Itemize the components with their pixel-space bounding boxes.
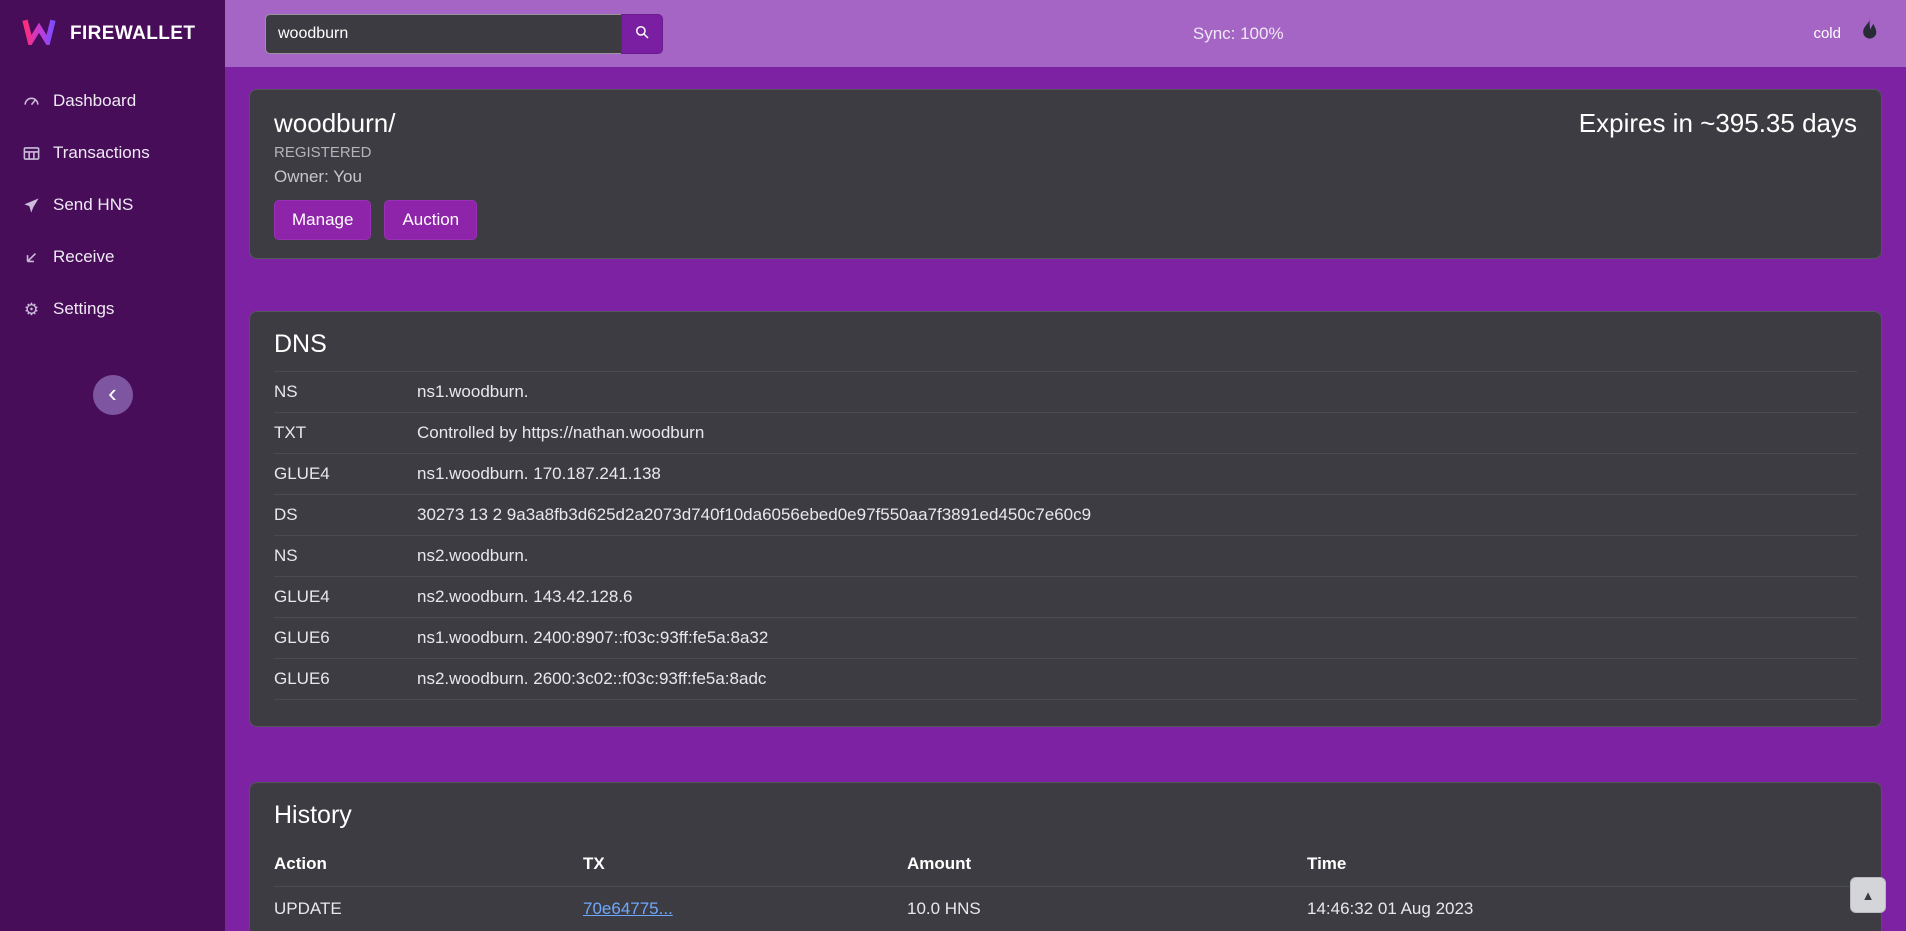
domain-expiry: Expires in ~395.35 days — [1579, 108, 1857, 139]
dns-record-row: GLUE6 ns2.woodburn. 2600:3c02::f03c:93ff… — [274, 659, 1857, 700]
dns-record-type: NS — [274, 536, 417, 577]
history-card: History Action TX Amount Time UPDATE 70e… — [249, 782, 1882, 931]
dns-record-type: GLUE4 — [274, 577, 417, 618]
dns-table: NS ns1.woodburn. TXT Controlled by https… — [274, 371, 1857, 700]
dns-record-value: ns2.woodburn. 2600:3c02::f03c:93ff:fe5a:… — [417, 659, 1857, 700]
send-icon — [22, 196, 41, 215]
receive-icon — [22, 248, 41, 267]
dns-record-type: DS — [274, 495, 417, 536]
history-table-header: Action TX Amount Time — [274, 842, 1857, 887]
sidebar-nav: Dashboard Transactions Send HNS Receive … — [0, 67, 225, 335]
dns-record-value: 30273 13 2 9a3a8fb3d625d2a2073d740f10da6… — [417, 495, 1857, 536]
app-title: FIREWALLET — [70, 23, 195, 45]
search-input[interactable] — [265, 14, 621, 54]
history-col-amount: Amount — [907, 842, 1307, 887]
sync-status: Sync: 100% — [1193, 24, 1284, 44]
scroll-to-top-button[interactable]: ▲ — [1850, 877, 1886, 913]
dns-card: DNS NS ns1.woodburn. TXT Controlled by h… — [249, 311, 1882, 727]
history-row: UPDATE 70e64775... 10.0 HNS 14:46:32 01 … — [274, 887, 1857, 931]
gear-icon: ⚙ — [22, 300, 41, 319]
auction-button[interactable]: Auction — [384, 200, 477, 240]
dns-record-type: TXT — [274, 413, 417, 454]
search-button[interactable] — [621, 14, 663, 54]
search-group — [265, 14, 663, 54]
sidebar: FIREWALLET Dashboard Transactions Send H… — [0, 0, 225, 931]
dns-record-row: DS 30273 13 2 9a3a8fb3d625d2a2073d740f10… — [274, 495, 1857, 536]
wallet-status: cold — [1813, 15, 1886, 52]
history-amount: 10.0 HNS — [907, 887, 1307, 931]
dns-record-value: ns1.woodburn. 2400:8907::f03c:93ff:fe5a:… — [417, 618, 1857, 659]
dns-record-value: ns1.woodburn. 170.187.241.138 — [417, 454, 1857, 495]
history-table: Action TX Amount Time UPDATE 70e64775...… — [274, 842, 1857, 931]
sidebar-item-transactions[interactable]: Transactions — [0, 127, 225, 179]
dns-record-row: GLUE4 ns1.woodburn. 170.187.241.138 — [274, 454, 1857, 495]
dns-record-row: TXT Controlled by https://nathan.woodbur… — [274, 413, 1857, 454]
firewallet-logo-icon — [20, 17, 58, 50]
table-icon — [22, 144, 41, 163]
dns-record-type: GLUE6 — [274, 659, 417, 700]
history-section-title: History — [274, 801, 1857, 830]
sidebar-collapse-button[interactable]: ‹ — [93, 375, 133, 415]
sidebar-item-label: Send HNS — [53, 195, 133, 215]
dns-section-title: DNS — [274, 330, 1857, 359]
dns-record-type: GLUE6 — [274, 618, 417, 659]
history-col-time: Time — [1307, 842, 1857, 887]
dns-record-value: ns1.woodburn. — [417, 372, 1857, 413]
history-action: UPDATE — [274, 887, 583, 931]
domain-card: woodburn/ Expires in ~395.35 days REGIST… — [249, 89, 1882, 259]
tx-link[interactable]: 70e64775... — [583, 899, 673, 918]
dns-record-row: GLUE6 ns1.woodburn. 2400:8907::f03c:93ff… — [274, 618, 1857, 659]
domain-name: woodburn/ — [274, 108, 395, 139]
dns-record-value: ns2.woodburn. — [417, 536, 1857, 577]
caret-up-icon: ▲ — [1862, 888, 1875, 903]
app-brand: FIREWALLET — [0, 0, 225, 67]
chevron-left-icon: ‹ — [108, 378, 117, 408]
sidebar-item-receive[interactable]: Receive — [0, 231, 225, 283]
manage-button[interactable]: Manage — [274, 200, 371, 240]
history-time: 14:46:32 01 Aug 2023 — [1307, 887, 1857, 931]
sidebar-item-dashboard[interactable]: Dashboard — [0, 75, 225, 127]
flame-icon — [1850, 15, 1886, 52]
wallet-mode-label: cold — [1813, 25, 1841, 42]
domain-owner: Owner: You — [274, 167, 1857, 187]
sidebar-item-label: Settings — [53, 299, 114, 319]
history-col-tx: TX — [583, 842, 907, 887]
topbar: Sync: 100% cold — [225, 0, 1906, 67]
dns-record-row: NS ns1.woodburn. — [274, 372, 1857, 413]
domain-status-badge: REGISTERED — [274, 144, 1857, 161]
dns-record-row: NS ns2.woodburn. — [274, 536, 1857, 577]
sidebar-item-label: Receive — [53, 247, 114, 267]
sidebar-item-settings[interactable]: ⚙ Settings — [0, 283, 225, 335]
dns-record-row: GLUE4 ns2.woodburn. 143.42.128.6 — [274, 577, 1857, 618]
main-content: woodburn/ Expires in ~395.35 days REGIST… — [225, 67, 1906, 931]
sidebar-item-label: Transactions — [53, 143, 150, 163]
dashboard-icon — [22, 92, 41, 111]
search-icon — [633, 23, 651, 44]
dns-record-value: ns2.woodburn. 143.42.128.6 — [417, 577, 1857, 618]
dns-table-body: NS ns1.woodburn. TXT Controlled by https… — [274, 372, 1857, 700]
dns-record-value: Controlled by https://nathan.woodburn — [417, 413, 1857, 454]
dns-record-type: NS — [274, 372, 417, 413]
sidebar-item-send-hns[interactable]: Send HNS — [0, 179, 225, 231]
history-col-action: Action — [274, 842, 583, 887]
sidebar-item-label: Dashboard — [53, 91, 136, 111]
history-table-body: UPDATE 70e64775... 10.0 HNS 14:46:32 01 … — [274, 887, 1857, 931]
dns-record-type: GLUE4 — [274, 454, 417, 495]
